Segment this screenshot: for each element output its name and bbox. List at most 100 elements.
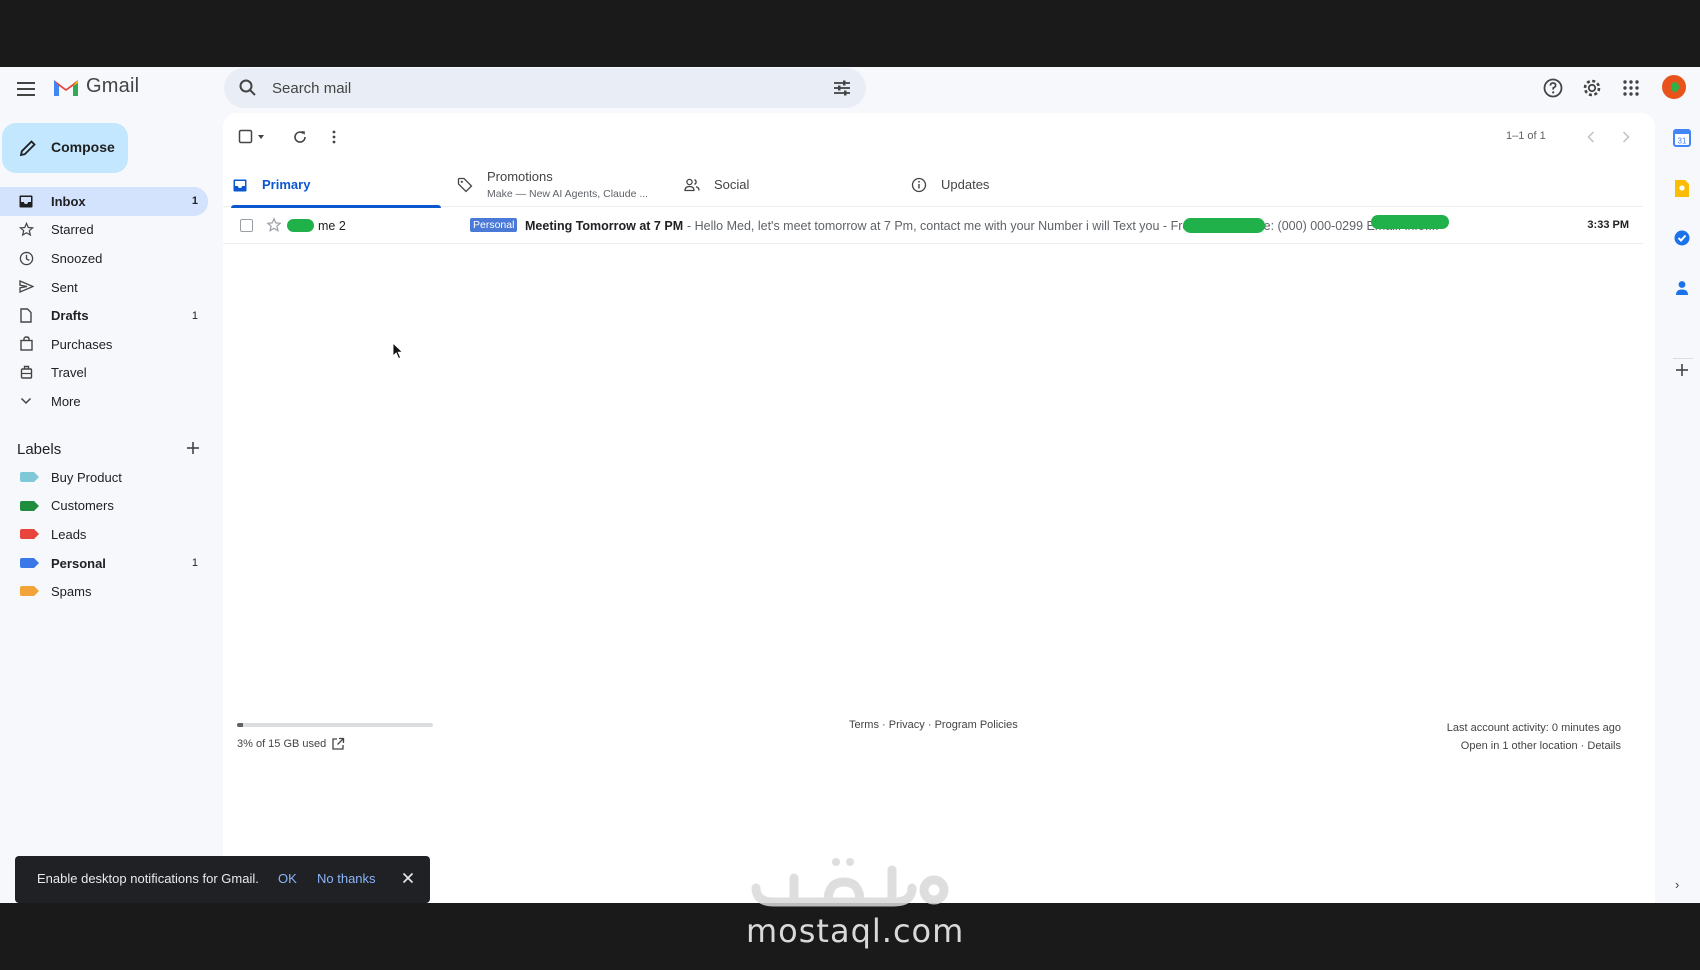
tab-label: Primary [262,177,311,192]
label-name: Customers [51,498,114,514]
apps-grid-icon[interactable] [1618,75,1644,101]
row-checkbox[interactable] [240,219,253,232]
contacts-icon[interactable] [1671,277,1693,299]
sidebar-item-purchases[interactable]: Purchases [0,330,208,359]
add-label-icon[interactable] [184,439,202,457]
redaction-mark [1371,215,1449,229]
inbox-icon [18,193,34,209]
people-icon [683,176,701,194]
label-list: Buy Product Customers Leads Personal 1 S… [0,463,210,606]
label-item-spams[interactable]: Spams [0,577,208,606]
tab-updates[interactable]: Updates [902,163,1122,207]
sidebar-item-travel[interactable]: Travel [0,359,208,388]
footer-links: Terms · Privacy · Program Policies [849,719,1018,731]
newer-chevron-left-icon[interactable] [1579,125,1603,149]
mail-list-panel: 1–1 of 1 Primary Promotions Make — New A… [223,113,1655,903]
sidebar-item-inbox[interactable]: Inbox 1 [0,187,208,216]
video-letterbox-top [0,0,1700,67]
label-tag-icon [20,472,39,482]
search-options-icon[interactable] [832,78,852,98]
main-menu-icon[interactable] [14,77,38,101]
star-icon[interactable] [266,217,282,233]
snackbar-message: Enable desktop notifications for Gmail. [37,871,259,886]
luggage-icon [18,365,34,381]
privacy-link[interactable]: Privacy [889,719,925,731]
program-policies-link[interactable]: Program Policies [935,719,1018,731]
tag-icon [456,176,474,194]
snackbar-no-thanks-button[interactable]: No thanks [317,871,376,886]
list-toolbar: 1–1 of 1 [223,113,1655,161]
close-icon[interactable] [400,870,416,886]
label-name: Spams [51,584,92,600]
redaction-mark [287,219,314,232]
sidebar-item-label: Travel [51,365,87,381]
tab-social[interactable]: Social [675,163,895,207]
snackbar-ok-button[interactable]: OK [278,871,297,886]
gmail-m-icon [54,79,78,96]
label-tag-icon [20,529,39,540]
sidebar-item-starred[interactable]: Starred [0,216,208,245]
storage-usage-text: 3% of 15 GB used [237,738,327,750]
calendar-icon[interactable]: 31 [1671,127,1693,149]
sidebar-item-drafts[interactable]: Drafts 1 [0,301,208,330]
search-input[interactable] [272,68,792,108]
labels-heading: Labels [17,441,62,458]
label-item-leads[interactable]: Leads [0,520,208,549]
watermark-text: mostaql.com [746,912,965,950]
notification-snackbar: Enable desktop notifications for Gmail. … [15,856,430,903]
sidebar-item-label: Sent [51,279,78,295]
label-name: Leads [51,526,87,542]
label-tag-icon [20,557,39,568]
send-icon [18,279,34,295]
account-avatar[interactable] [1660,73,1688,101]
label-item-personal[interactable]: Personal 1 [0,549,208,578]
sidebar-item-sent[interactable]: Sent [0,273,208,302]
star-icon [18,222,34,238]
add-addon-plus-icon[interactable] [1671,359,1693,381]
label-count: 1 [191,557,198,570]
sidebar-item-label: Inbox [51,193,86,209]
settings-gear-icon[interactable] [1579,75,1605,101]
email-subject: Meeting Tomorrow at 7 PM [525,219,684,233]
account-activity: Last account activity: 0 minutes ago Ope… [1447,719,1621,755]
label-badge[interactable]: Personal [470,218,518,232]
sidebar-item-snoozed[interactable]: Snoozed [0,244,208,273]
more-options-icon[interactable] [322,125,346,149]
compose-label: Compose [51,139,115,155]
email-time: 3:33 PM [1587,219,1629,231]
tab-label: Updates [941,177,990,192]
terms-link[interactable]: Terms [849,719,879,731]
sidebar-item-more[interactable]: More [0,387,208,416]
info-icon [910,176,928,194]
show-side-panel-chevron-icon[interactable]: › [1675,877,1679,892]
tab-primary[interactable]: Primary [223,163,441,208]
compose-button[interactable]: Compose [2,123,128,173]
pencil-icon [19,140,36,157]
tab-preview: Make — New AI Agents, Claude ... [487,188,649,200]
tab-label: Promotions [487,169,553,184]
label-tag-icon [20,586,39,597]
svg-text:31: 31 [1678,137,1687,146]
select-all-checkbox[interactable] [237,125,271,149]
keep-notes-icon[interactable] [1671,177,1693,199]
refresh-icon[interactable] [288,125,312,149]
sidebar-item-label: More [51,393,81,409]
email-row[interactable]: me 2 Personal Meeting Tomorrow at 7 PM -… [223,208,1643,244]
storage-usage-fill [237,723,243,727]
details-link[interactable]: Details [1587,740,1621,752]
help-icon[interactable] [1540,75,1566,101]
label-item-customers[interactable]: Customers [0,492,208,521]
search-icon[interactable] [238,78,258,98]
older-chevron-right-icon[interactable] [1614,125,1638,149]
bag-icon [18,336,34,352]
gmail-logo[interactable]: Gmail [52,75,139,98]
label-tag-icon [20,500,39,511]
search-bar[interactable] [224,68,866,108]
chevron-down-icon [18,393,34,409]
tasks-icon[interactable] [1671,227,1693,249]
tab-promotions[interactable]: Promotions Make — New AI Agents, Claude … [448,163,668,207]
mostaql-watermark-logo [751,858,949,907]
storage-usage-bar [237,723,433,727]
open-external-icon[interactable] [331,737,345,751]
label-item-buy-product[interactable]: Buy Product [0,463,208,492]
